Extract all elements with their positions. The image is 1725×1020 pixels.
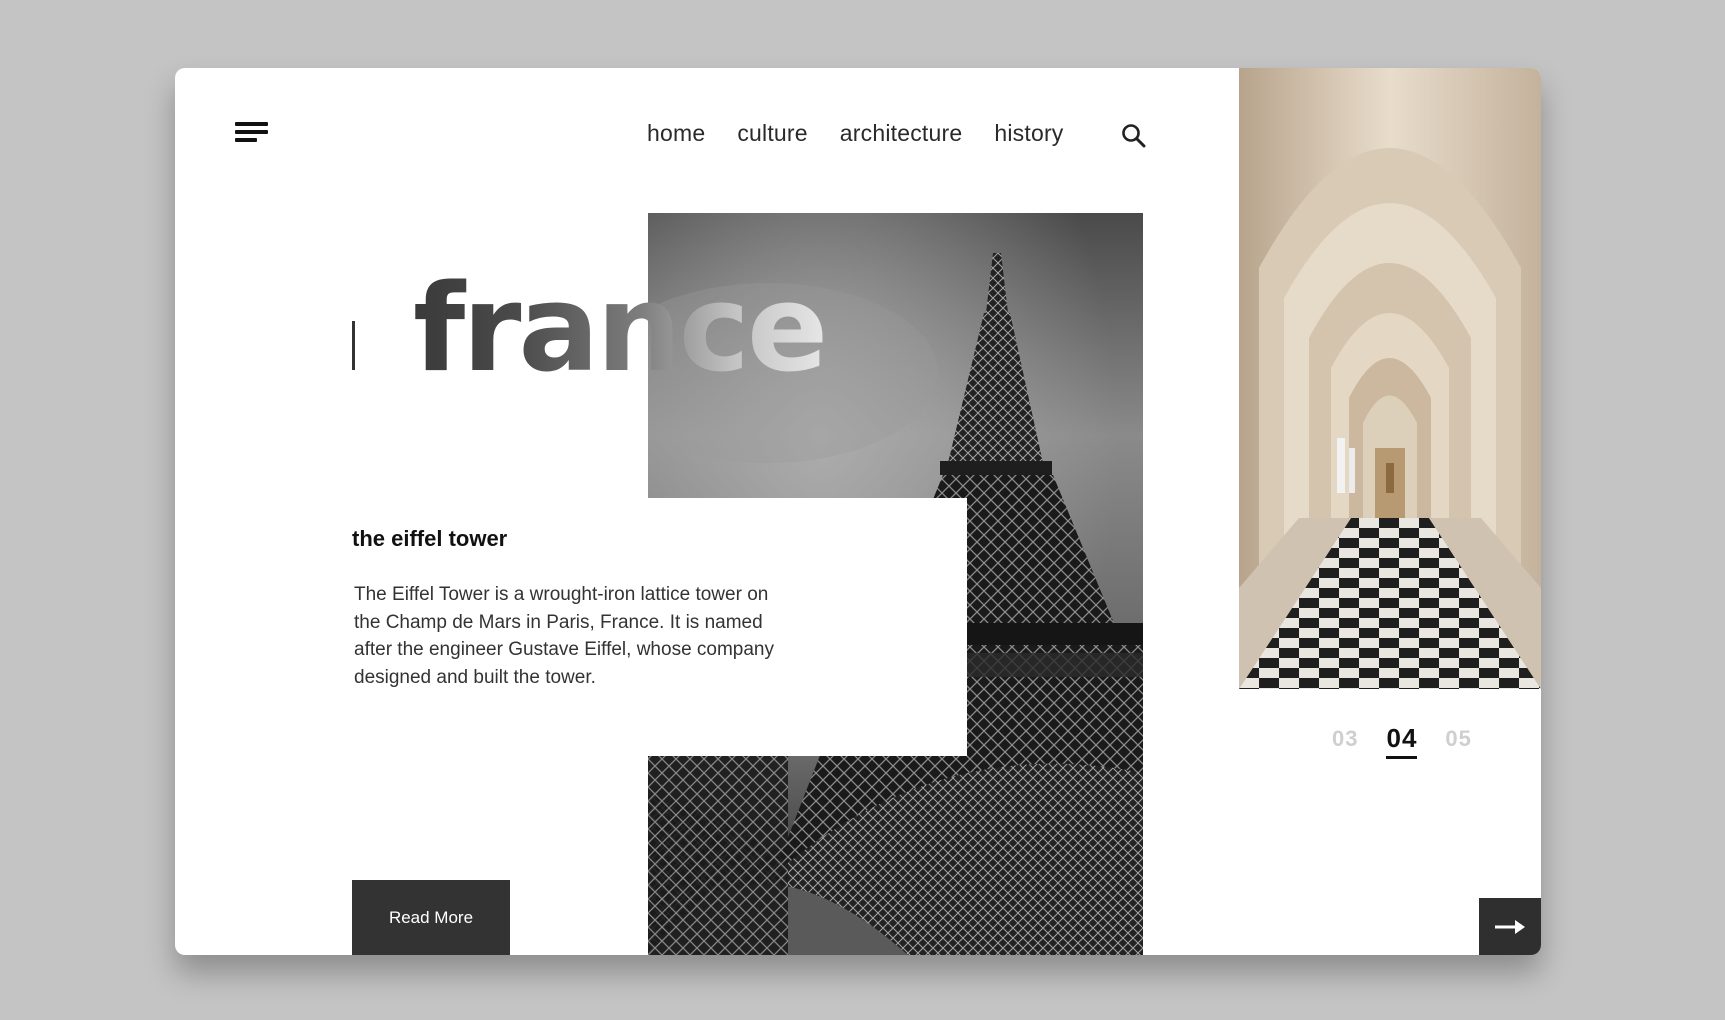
arcade-corridor-image	[1239, 68, 1541, 689]
description-text: The Eiffel Tower is a wrought-iron latti…	[354, 584, 775, 688]
pager-item-next[interactable]: 05	[1445, 726, 1471, 752]
read-more-button[interactable]: Read More	[352, 880, 510, 955]
arrow-right-icon	[1495, 919, 1525, 934]
pager-item-prev[interactable]: 03	[1332, 726, 1358, 752]
page-title: france	[413, 258, 828, 402]
menu-icon[interactable]	[235, 122, 269, 146]
main-card: home culture architecture history france…	[175, 68, 1541, 955]
section-subtitle: the eiffel tower	[352, 526, 508, 551]
search-icon[interactable]	[1120, 122, 1148, 150]
nav-item-home[interactable]: home	[647, 120, 705, 147]
pager-item-current[interactable]: 04	[1386, 723, 1418, 759]
nav-item-history[interactable]: history	[994, 120, 1063, 147]
main-nav: home culture architecture history	[647, 120, 1064, 147]
nav-item-architecture[interactable]: architecture	[840, 120, 963, 147]
slide-pager: 03 04 05	[1332, 723, 1472, 759]
title-accent-bar	[352, 321, 355, 370]
next-slide-button[interactable]	[1479, 898, 1541, 955]
nav-item-culture[interactable]: culture	[737, 120, 807, 147]
